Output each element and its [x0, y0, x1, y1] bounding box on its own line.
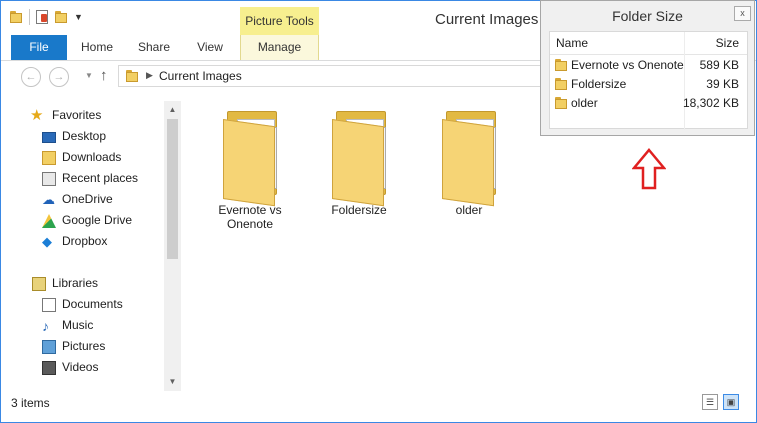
- sidebar-item-label: Videos: [62, 360, 99, 374]
- red-arrow-annotation-icon: [632, 148, 666, 190]
- folder-item-older[interactable]: older: [424, 101, 514, 217]
- row-name: older: [571, 96, 598, 110]
- folder-name: Evernote vs Onenote: [218, 203, 282, 231]
- downloads-icon: [42, 151, 56, 165]
- documents-icon: [42, 298, 56, 312]
- back-button[interactable]: ←: [21, 67, 41, 87]
- nav-pane-scrollbar[interactable]: ▲ ▼: [164, 101, 181, 391]
- sidebar-item-label: Recent places: [62, 171, 139, 185]
- table-header: Name Size: [550, 32, 747, 55]
- folder-size-panel: Folder Size x Name Size Evernote vs Onen…: [540, 0, 755, 136]
- folder-name: older: [455, 203, 483, 217]
- arrow-left-icon: ←: [25, 71, 37, 83]
- details-view-button[interactable]: ☰: [702, 394, 718, 410]
- scrollbar-thumb[interactable]: [167, 119, 178, 259]
- tab-view[interactable]: View: [196, 35, 224, 60]
- folder-icon: [219, 101, 281, 207]
- row-name: Foldersize: [571, 77, 627, 91]
- sidebar-item-label: OneDrive: [62, 192, 113, 206]
- folder-icon: [125, 69, 139, 83]
- arrow-right-icon: →: [53, 71, 65, 83]
- sidebar-item-label: Dropbox: [62, 234, 108, 248]
- row-size: 39 KB: [706, 77, 739, 91]
- sidebar-item-label: Favorites: [52, 108, 102, 122]
- sidebar-item-label: Desktop: [62, 129, 107, 143]
- large-icons-view-icon: ▣: [726, 397, 736, 407]
- quick-access-toolbar: ▼: [9, 9, 83, 25]
- google-drive-icon: [42, 214, 56, 228]
- table-row[interactable]: Foldersize 39 KB: [550, 74, 747, 93]
- close-button[interactable]: x: [734, 6, 751, 21]
- sidebar-item-label: Music: [62, 318, 94, 332]
- qat-divider: [29, 9, 30, 25]
- desktop-icon: [42, 132, 56, 143]
- panel-title: Folder Size: [612, 8, 683, 24]
- folder-item-evernote-vs-onenote[interactable]: Evernote vs Onenote: [205, 101, 295, 231]
- sidebar-item-label: Google Drive: [62, 213, 133, 227]
- scroll-down-icon[interactable]: ▼: [164, 375, 181, 389]
- tab-home[interactable]: Home: [81, 35, 113, 60]
- folder-item-foldersize[interactable]: Foldersize: [314, 101, 404, 217]
- customize-qat-icon[interactable]: ▼: [74, 12, 83, 22]
- row-size: 589 KB: [699, 58, 739, 72]
- folder-icon[interactable]: [9, 10, 23, 24]
- folder-icon: [554, 77, 568, 91]
- column-header-name[interactable]: Name: [556, 36, 588, 50]
- videos-icon: [42, 361, 56, 375]
- tab-share[interactable]: Share: [138, 35, 170, 60]
- music-icon: ♪: [42, 318, 49, 334]
- pictures-icon: [42, 340, 56, 354]
- sidebar-item-label: Documents: [62, 297, 123, 311]
- tab-manage[interactable]: Manage: [240, 35, 319, 60]
- status-bar: 3 items ☰ ▣: [1, 391, 756, 415]
- window-title: Current Images: [435, 11, 539, 28]
- recent-places-icon: [42, 172, 56, 186]
- onedrive-icon: ☁: [42, 192, 55, 207]
- picture-tools-group: Picture Tools: [240, 7, 319, 35]
- file-list: Evernote vs Onenote Foldersize older: [183, 93, 743, 391]
- sidebar-item-label: Pictures: [62, 339, 106, 353]
- details-view-icon: ☰: [705, 397, 715, 407]
- address-bar[interactable]: ▶ Current Images: [118, 65, 548, 87]
- navigation-pane: ★ Favorites Desktop Downloads Recent pla…: [11, 101, 177, 391]
- folder-icon: [554, 58, 568, 72]
- sidebar-item-label: Downloads: [62, 150, 122, 164]
- folder-icon: [554, 96, 568, 110]
- column-header-size[interactable]: Size: [716, 36, 739, 50]
- dropbox-icon: ◆: [42, 234, 52, 249]
- item-count: 3 items: [11, 396, 50, 410]
- sidebar-item-label: Libraries: [52, 276, 99, 290]
- breadcrumb[interactable]: Current Images: [159, 69, 242, 83]
- arrow-up-icon: ↑: [100, 67, 108, 84]
- scroll-up-icon[interactable]: ▲: [164, 103, 181, 117]
- folder-icon: [328, 101, 390, 207]
- new-folder-icon[interactable]: [54, 10, 68, 24]
- forward-button[interactable]: →: [49, 67, 69, 87]
- star-icon: ★: [30, 107, 44, 124]
- recent-locations-dropdown[interactable]: ▼: [85, 71, 93, 80]
- row-size: 18,302 KB: [682, 96, 739, 110]
- large-icons-view-button[interactable]: ▣: [723, 394, 739, 410]
- properties-icon[interactable]: [36, 10, 48, 24]
- row-name: Evernote vs Onenote: [571, 58, 684, 72]
- tab-file[interactable]: File: [11, 35, 67, 60]
- folder-icon: [438, 101, 500, 207]
- chevron-right-icon[interactable]: ▶: [146, 70, 153, 81]
- folder-name: Foldersize: [331, 203, 387, 217]
- table-row[interactable]: older 18,302 KB: [550, 93, 747, 112]
- up-button[interactable]: ↑: [100, 67, 108, 84]
- table-row[interactable]: Evernote vs Onenote 589 KB: [550, 55, 747, 74]
- folder-size-table: Name Size Evernote vs Onenote 589 KB Fol…: [549, 31, 748, 130]
- libraries-icon: [32, 277, 46, 291]
